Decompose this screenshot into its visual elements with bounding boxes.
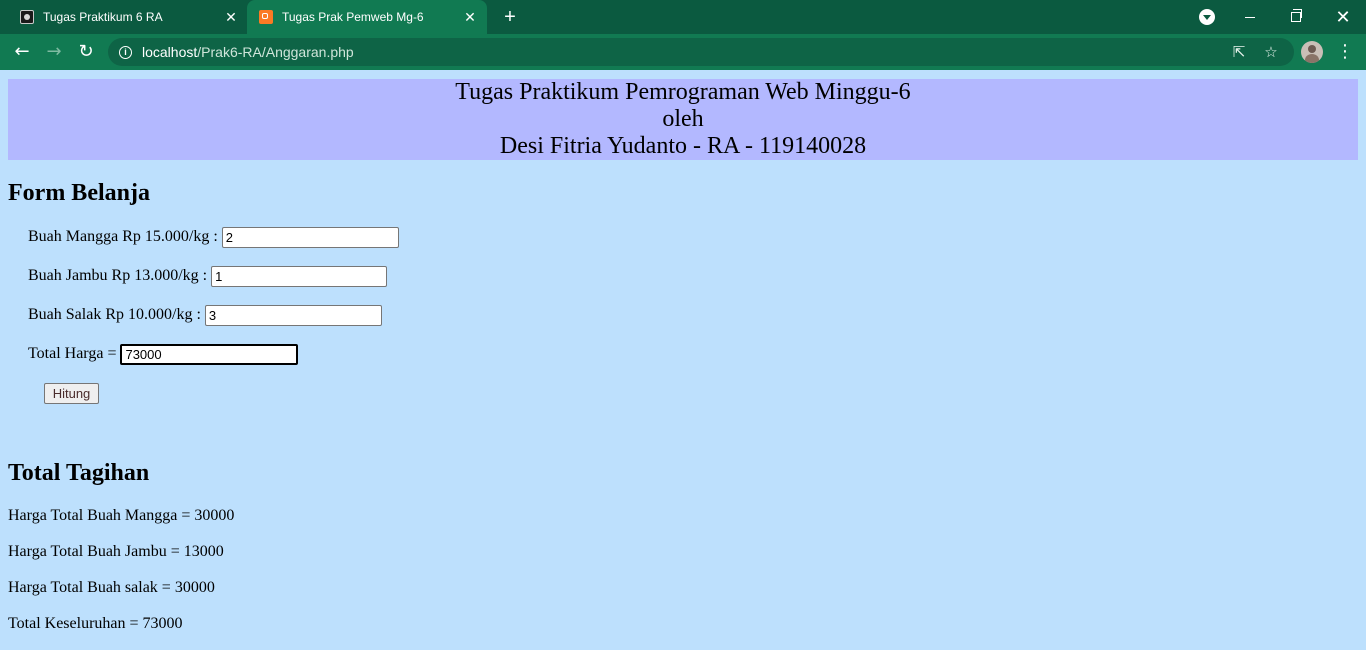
tab-search-icon[interactable]: [1199, 9, 1215, 25]
close-icon: ✕: [1335, 6, 1351, 27]
field-label: Total Harga =: [28, 345, 117, 362]
browser-tab-strip: Tugas Praktikum 6 RA ✕ Tugas Prak Pemweb…: [0, 0, 1366, 34]
tab-close-icon[interactable]: ✕: [223, 9, 239, 25]
mangga-input[interactable]: [221, 226, 399, 248]
url-text[interactable]: localhost/Prak6-RA/Anggaran.php: [142, 44, 354, 60]
result-total: Total Keseluruhan = 73000: [8, 615, 183, 632]
restore-button[interactable]: [1273, 0, 1319, 34]
url-path: /Prak6-RA/Anggaran.php: [197, 44, 354, 60]
tab-close-icon[interactable]: ✕: [462, 9, 478, 25]
address-bar[interactable]: i localhost/Prak6-RA/Anggaran.php ⇱ ☆: [108, 38, 1294, 66]
site-info-icon[interactable]: i: [119, 45, 132, 59]
field-salak: Buah Salak Rp 10.000/kg :: [28, 304, 382, 326]
url-host: localhost: [142, 44, 198, 60]
hitung-button[interactable]: Hitung: [44, 383, 99, 404]
field-label: Buah Jambu Rp 13.000/kg :: [28, 267, 208, 284]
header-author: Desi Fitria Yudanto - RA - 119140028: [499, 133, 867, 159]
result-mangga: Harga Total Buah Mangga = 30000: [8, 507, 235, 524]
bookmark-star-icon[interactable]: ☆: [1262, 43, 1280, 61]
jambu-input[interactable]: [211, 265, 388, 287]
tab-tugas-praktikum[interactable]: Tugas Praktikum 6 RA ✕: [8, 0, 248, 34]
tab-tugas-prak-pemweb[interactable]: Tugas Prak Pemweb Mg-6 ✕: [247, 0, 487, 34]
xampp-favicon-icon: [259, 10, 273, 24]
field-label: Buah Mangga Rp 15.000/kg :: [28, 228, 218, 245]
header-title: Tugas Praktikum Pemrograman Web Minggu-6: [455, 79, 911, 105]
field-mangga: Buah Mangga Rp 15.000/kg :: [28, 226, 399, 248]
new-tab-button[interactable]: +: [499, 6, 521, 28]
field-label: Buah Salak Rp 10.000/kg :: [28, 306, 201, 323]
result-jambu: Harga Total Buah Jambu = 13000: [8, 543, 224, 560]
reload-icon[interactable]: ↻: [73, 39, 99, 65]
minimize-button[interactable]: [1227, 0, 1273, 34]
menu-kebab-icon[interactable]: ⋮: [1335, 39, 1355, 65]
close-window-button[interactable]: ✕: [1320, 0, 1366, 34]
profile-avatar[interactable]: [1301, 41, 1323, 63]
tab-favicon-icon: [20, 10, 34, 24]
tab-title: Tugas Prak Pemweb Mg-6: [282, 10, 424, 24]
back-arrow-icon[interactable]: ←: [9, 39, 35, 65]
total-harga-input[interactable]: [120, 343, 299, 365]
field-jambu: Buah Jambu Rp 13.000/kg :: [28, 265, 388, 287]
minimize-icon: [1245, 16, 1255, 18]
summary-heading: Total Tagihan: [8, 460, 150, 486]
page-header-banner: Tugas Praktikum Pemrograman Web Minggu-6…: [8, 79, 1358, 160]
restore-icon: [1291, 9, 1302, 22]
form-heading: Form Belanja: [8, 180, 150, 206]
field-total-harga: Total Harga =: [28, 343, 299, 365]
result-salak: Harga Total Buah salak = 30000: [8, 579, 215, 596]
tab-title: Tugas Praktikum 6 RA: [43, 10, 163, 24]
salak-input[interactable]: [204, 304, 382, 326]
page-content: Tugas Praktikum Pemrograman Web Minggu-6…: [0, 70, 1366, 650]
share-icon[interactable]: ⇱: [1230, 43, 1248, 61]
forward-arrow-icon[interactable]: →: [41, 39, 67, 65]
header-by: oleh: [662, 106, 704, 132]
browser-toolbar: ← → ↻ i localhost/Prak6-RA/Anggaran.php …: [0, 34, 1366, 70]
